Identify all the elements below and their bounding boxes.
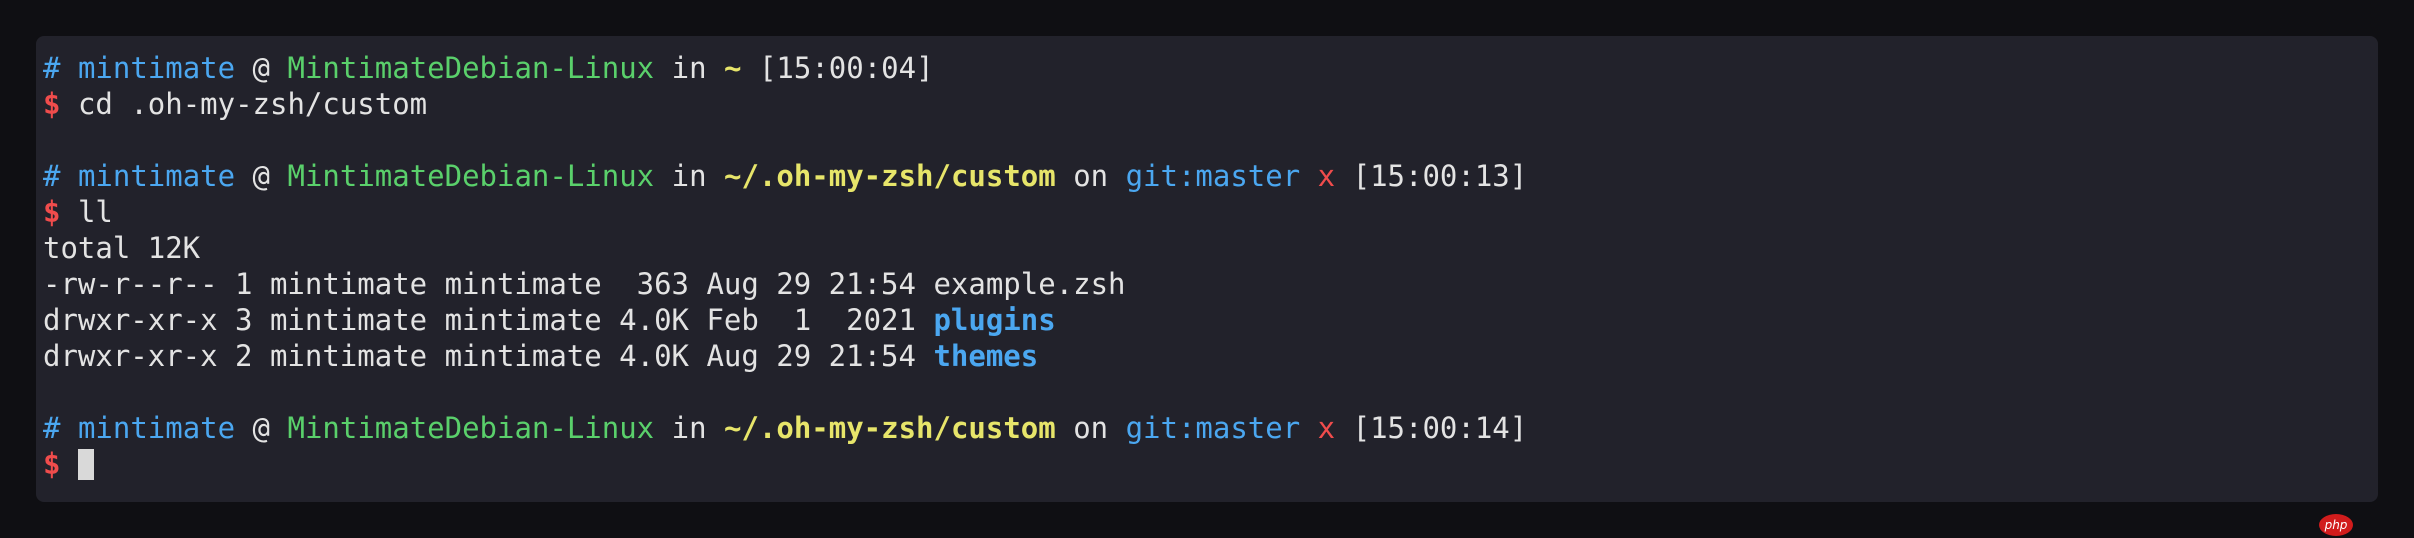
prompt-user: mintimate — [77, 411, 236, 445]
prompt-path: ~/.oh-my-zsh/custom — [724, 159, 1056, 193]
prompt-user: mintimate — [77, 51, 236, 85]
prompt-user: mintimate — [77, 159, 236, 193]
prompt-hash: # — [43, 411, 61, 445]
command-line[interactable]: $ — [43, 446, 2378, 482]
prompt-at: @ — [252, 51, 271, 85]
prompt-at: @ — [252, 411, 271, 445]
file-meta: drwxr-xr-x 2 mintimate mintimate 4.0K Au… — [43, 339, 934, 373]
prompt-in: in — [671, 51, 707, 85]
listing-total: total 12K — [43, 231, 201, 265]
prompt-in: in — [671, 159, 707, 193]
command-line: $ ll — [43, 194, 2378, 230]
prompt-hash: # — [43, 159, 61, 193]
file-meta: -rw-r--r-- 1 mintimate mintimate 363 Aug… — [43, 267, 934, 301]
file-row: -rw-r--r-- 1 mintimate mintimate 363 Aug… — [43, 266, 2378, 302]
prompt-header: # mintimate @ MintimateDebian-Linux in ~… — [43, 158, 2378, 194]
prompt-time: [15:00:14] — [1352, 411, 1528, 445]
git-branch: git:master — [1125, 411, 1301, 445]
prompt-on: on — [1073, 411, 1109, 445]
prompt-in: in — [671, 411, 707, 445]
prompt-time: [15:00:04] — [758, 51, 934, 85]
prompt-on: on — [1073, 159, 1109, 193]
prompt-path: ~/.oh-my-zsh/custom — [724, 411, 1056, 445]
prompt-header: # mintimate @ MintimateDebian-Linux in ~… — [43, 50, 2378, 86]
php-watermark-logo: php — [2319, 514, 2353, 536]
file-name: example.zsh — [933, 267, 1126, 301]
git-dirty-mark: x — [1317, 411, 1336, 445]
git-dirty-mark: x — [1317, 159, 1336, 193]
command-text: ll — [77, 195, 113, 229]
command-text: cd .oh-my-zsh/custom — [77, 87, 428, 121]
prompt-host: MintimateDebian-Linux — [287, 159, 655, 193]
file-row: drwxr-xr-x 2 mintimate mintimate 4.0K Au… — [43, 338, 2378, 374]
directory-name: plugins — [933, 303, 1056, 337]
file-meta: drwxr-xr-x 3 mintimate mintimate 4.0K Fe… — [43, 303, 934, 337]
prompt-host: MintimateDebian-Linux — [287, 51, 655, 85]
prompt-dollar: $ — [43, 447, 61, 481]
prompt-at: @ — [252, 159, 271, 193]
git-branch: git:master — [1125, 159, 1301, 193]
terminal-window[interactable]: # mintimate @ MintimateDebian-Linux in ~… — [36, 36, 2378, 502]
text-cursor[interactable] — [77, 449, 94, 480]
prompt-host: MintimateDebian-Linux — [287, 411, 655, 445]
prompt-header: # mintimate @ MintimateDebian-Linux in ~… — [43, 410, 2378, 446]
command-line: $ cd .oh-my-zsh/custom — [43, 86, 2378, 122]
prompt-path: ~ — [724, 51, 742, 85]
prompt-time: [15:00:13] — [1352, 159, 1528, 193]
prompt-dollar: $ — [43, 87, 61, 121]
prompt-dollar: $ — [43, 195, 61, 229]
directory-name: themes — [933, 339, 1039, 373]
file-row: drwxr-xr-x 3 mintimate mintimate 4.0K Fe… — [43, 302, 2378, 338]
prompt-hash: # — [43, 51, 61, 85]
